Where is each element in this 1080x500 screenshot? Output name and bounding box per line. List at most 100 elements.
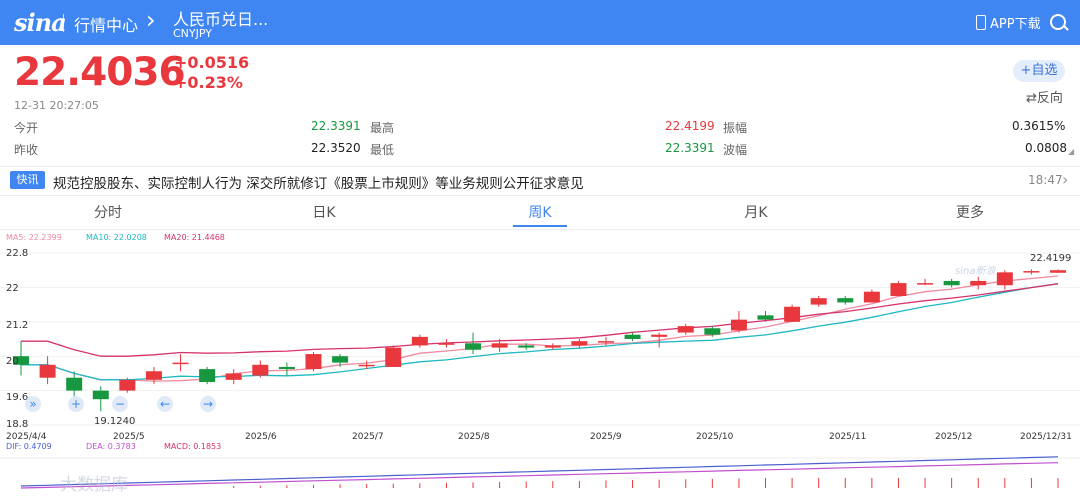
tab-intraday[interactable]: 分时 (68, 202, 148, 222)
candle-body (943, 280, 960, 286)
candle-body (624, 334, 641, 339)
candle-body (917, 283, 934, 285)
chevron-right-icon: › (1062, 170, 1069, 189)
low-value: 22.3391 (665, 141, 715, 155)
zoom-in-icon[interactable]: + (68, 396, 84, 412)
quote-timestamp: 12-31 20:27:05 (14, 99, 99, 112)
price-change-percent: +0.23% (174, 73, 243, 92)
expand-triangle-icon[interactable]: ◢ (1068, 147, 1074, 156)
low-label: 最低 (370, 143, 395, 157)
x-tick: 2025/12 (935, 432, 973, 442)
high-value: 22.4199 (665, 119, 715, 133)
candle-body (305, 354, 322, 370)
watermark: 大数据库 (60, 475, 128, 495)
tab-more[interactable]: 更多 (930, 202, 1010, 222)
candle-body (730, 319, 747, 331)
x-tick: 2025/5 (113, 432, 145, 442)
dea-legend: DEA: 0.3783 (86, 442, 136, 451)
candle-body (810, 298, 827, 305)
y-tick: 18.8 (6, 419, 29, 430)
candle-body (385, 347, 402, 367)
dif-legend: DIF: 0.4709 (6, 442, 52, 451)
scroll-right-icon[interactable]: → (200, 396, 216, 412)
candle-body (411, 336, 428, 346)
x-tick: 2025/6 (245, 432, 277, 442)
add-watchlist-button[interactable]: +自选 (1013, 60, 1065, 82)
sina-logo[interactable]: sina (14, 8, 67, 37)
open-label: 今开 (14, 121, 39, 135)
zoom-out-icon[interactable]: − (112, 396, 128, 412)
wave-value: 0.0808 (1025, 141, 1067, 155)
tab-monthly-k[interactable]: 月K (716, 202, 796, 222)
candle-body (651, 334, 668, 337)
candle-body (1050, 270, 1066, 273)
x-tick: 2025/9 (590, 432, 622, 442)
active-tab-indicator (513, 225, 567, 227)
candle-body (332, 356, 349, 363)
candle-body (358, 364, 375, 367)
amplitude-label: 振幅 (723, 121, 748, 135)
news-time: 18:47 (1028, 173, 1063, 187)
current-price: 22.4036 (14, 50, 186, 95)
candlestick-chart[interactable] (0, 230, 1080, 500)
high-label: 最高 (370, 121, 395, 135)
sina-watermark: sina新浪 (955, 266, 996, 277)
scroll-left-icon[interactable]: ← (157, 396, 173, 412)
candle-body (757, 315, 774, 320)
candle-body (491, 343, 508, 348)
macd-legend: MACD: 0.1853 (164, 442, 222, 451)
candle-body (252, 364, 269, 376)
fast-backward-icon[interactable]: » (25, 396, 41, 412)
stock-code: CNYJPY (173, 27, 212, 40)
candle-body (863, 291, 880, 303)
min-annotation: 19.1240 (94, 416, 136, 427)
candle-body (597, 341, 614, 343)
reverse-pair-button[interactable]: ⇄反向 (1026, 87, 1063, 106)
candle-body (145, 371, 162, 380)
candle-body (970, 280, 987, 286)
y-tick: 22.8 (6, 248, 29, 259)
dea-line (20, 462, 1059, 489)
chevron-right-icon: › (146, 6, 156, 34)
x-tick: 2025/8 (458, 432, 490, 442)
prev-close-label: 昨收 (14, 143, 39, 157)
candle-body (784, 306, 801, 322)
candle-body (39, 364, 56, 378)
top-bar: sina 行情中心 › 人民币兑日... CNYJPY APP下载 (0, 0, 1080, 45)
candle-body (66, 377, 83, 391)
candle-body (438, 343, 455, 345)
x-tick: 2025/11 (829, 432, 867, 442)
candle-body (571, 341, 588, 346)
y-tick: 21.2 (6, 320, 29, 331)
y-tick: 22 (6, 283, 19, 294)
news-headline[interactable]: 规范控股股东、实际控制人行为 深交所就修订《股票上市规则》等业务规则公开征求意见 (53, 172, 584, 192)
candle-body (119, 379, 136, 391)
x-tick: 2025/10 (696, 432, 734, 442)
candle-body (465, 343, 482, 350)
wave-label: 波幅 (723, 143, 748, 157)
dif-line (20, 456, 1059, 487)
x-tick: 2025/12/31 (1020, 432, 1072, 442)
prev-close-value: 22.3520 (311, 141, 361, 155)
candle-body (92, 390, 109, 400)
tab-daily-k[interactable]: 日K (284, 202, 364, 222)
candle-body (1023, 271, 1040, 273)
candle-body (677, 326, 694, 333)
candle-body (225, 373, 242, 380)
divider (63, 14, 64, 32)
x-tick: 2025/4/4 (6, 432, 47, 442)
search-icon[interactable] (1050, 14, 1066, 30)
app-download-button[interactable]: APP下载 (976, 13, 1041, 32)
tab-weekly-k[interactable]: 周K (500, 202, 580, 222)
candle-body (518, 345, 535, 348)
candle-body (199, 369, 216, 382)
amplitude-value: 0.3615% (1012, 119, 1066, 133)
candle-body (996, 272, 1013, 286)
news-ticker[interactable]: 快讯 规范控股股东、实际控制人行为 深交所就修订《股票上市规则》等业务规则公开征… (0, 166, 1080, 196)
market-center-link[interactable]: 行情中心 (74, 12, 138, 36)
ma10-line (21, 283, 1059, 381)
y-tick: 20 (6, 356, 19, 367)
candle-body (704, 328, 721, 335)
chart-tabs: 分时 日K 周K 月K 更多 (0, 195, 1080, 230)
open-value: 22.3391 (311, 119, 361, 133)
